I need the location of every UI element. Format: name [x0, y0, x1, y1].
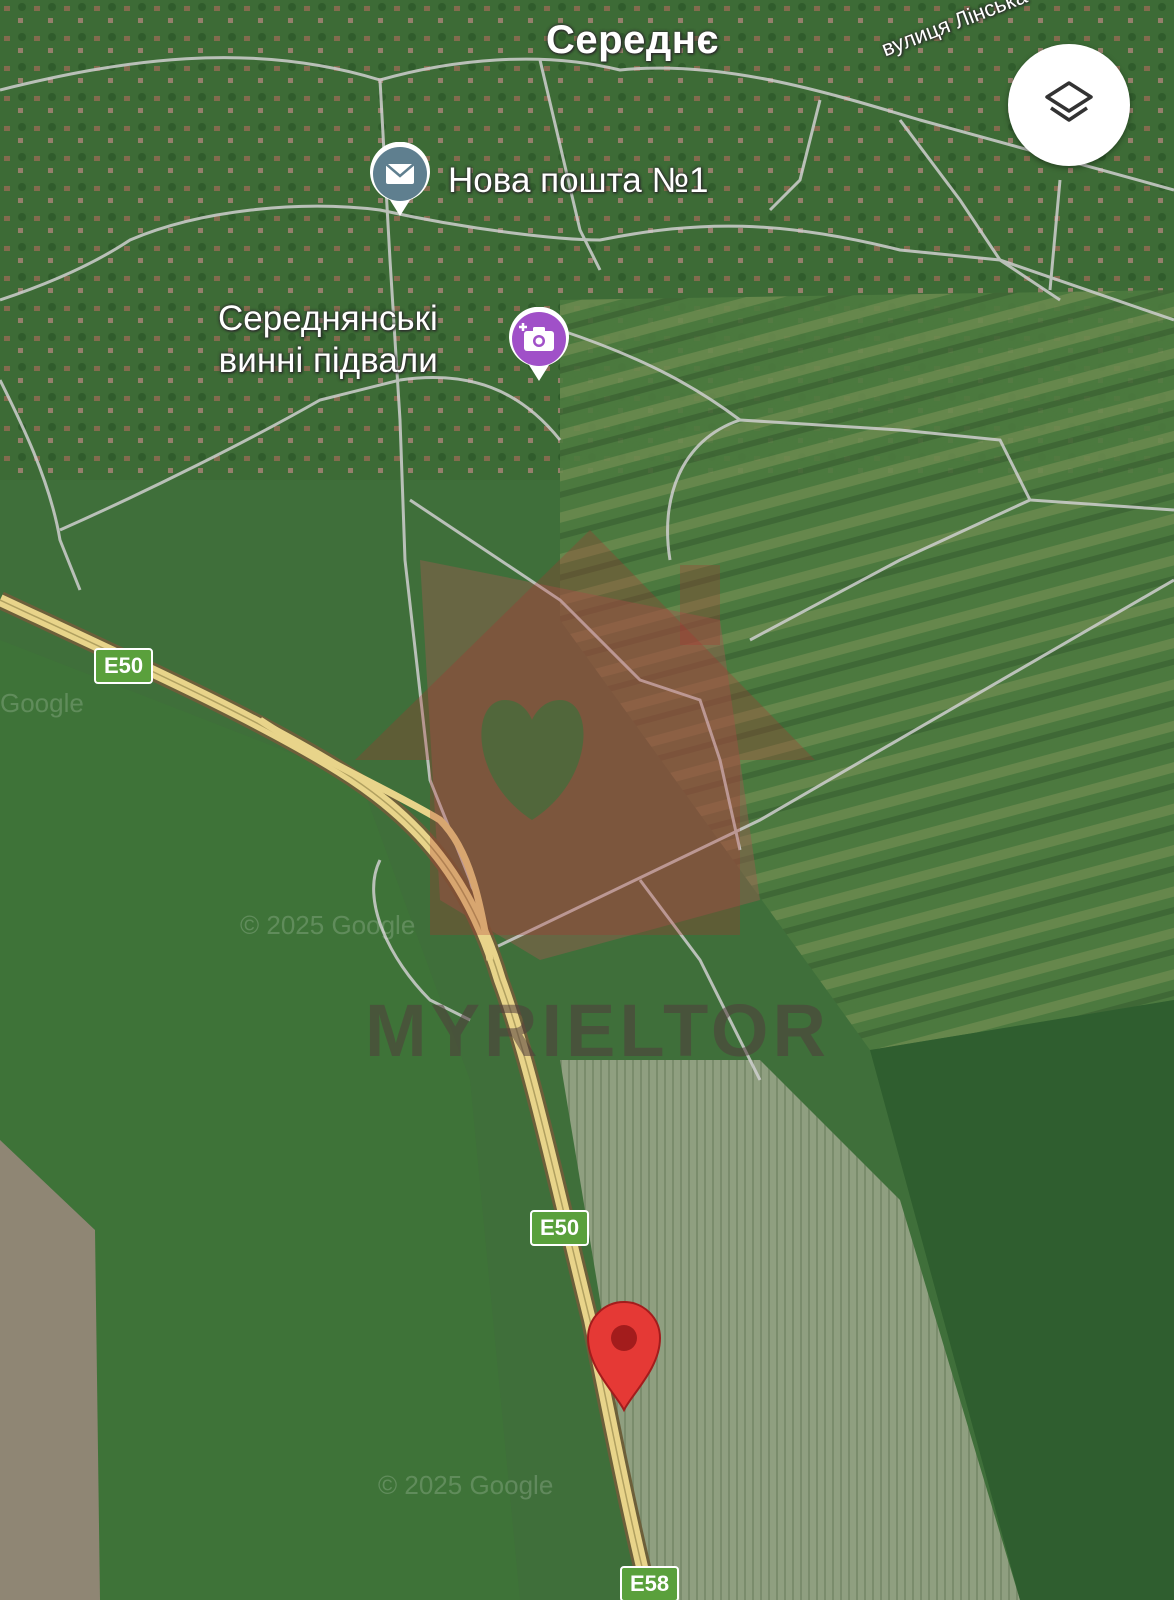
watermark: MYRIELTOR	[365, 989, 830, 1072]
camera-plus-icon[interactable]	[507, 307, 571, 383]
layers-icon	[1045, 81, 1093, 122]
poi-wine-cellars-label[interactable]: Середнянські винні підвали	[218, 298, 438, 382]
layers-button[interactable]	[1008, 44, 1130, 166]
map-copyright: Google	[0, 688, 84, 718]
red-location-pin-icon[interactable]	[584, 1298, 664, 1414]
road-shield-e50: E50	[530, 1210, 590, 1246]
map-copyright: © 2025 Google	[240, 910, 416, 940]
mail-icon[interactable]	[368, 142, 432, 218]
poi-post-office-label[interactable]: Нова пошта №1	[448, 160, 708, 202]
map-copyright: © 2025 Google	[378, 1470, 554, 1500]
place-label[interactable]: Середнє	[546, 18, 719, 63]
road-shield-e50: E50	[94, 648, 154, 684]
satellite-map[interactable]: Середнє вулиця Лінська Нова пошта №1 Сер…	[0, 0, 1174, 1600]
poi-wine-cellars-text: Середнянські винні підвали	[218, 299, 438, 380]
road-shield-e58: E58	[620, 1566, 680, 1600]
